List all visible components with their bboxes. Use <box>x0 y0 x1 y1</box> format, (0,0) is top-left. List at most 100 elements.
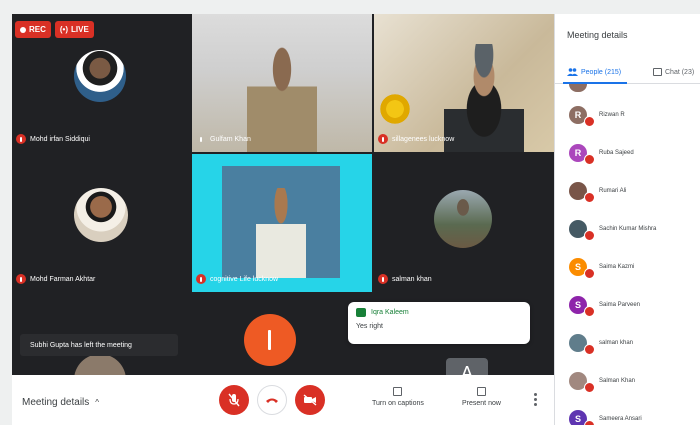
participant-avatar <box>569 372 595 393</box>
captions-button[interactable]: Turn on captions <box>372 387 424 407</box>
participant-list-name: Rizwan R <box>599 112 625 118</box>
recording-badges: REC (•) LIVE <box>15 21 94 38</box>
tab-people-label: People (215) <box>581 68 622 76</box>
participant-list-item[interactable]: S Saima Parveen <box>569 286 656 324</box>
tab-people[interactable]: People (215) <box>567 68 621 76</box>
participant-list-item[interactable]: Rumari Ali <box>569 172 656 210</box>
participant-list-item[interactable]: Sachin Kumar Mishra <box>569 210 656 248</box>
orange-floating-button[interactable] <box>244 314 296 366</box>
more-options-icon[interactable] <box>534 393 537 406</box>
present-label: Present now <box>462 400 501 407</box>
participant-list-name: Saima Parveen <box>599 302 641 308</box>
participant-avatar: S <box>569 410 595 425</box>
participant-list-item[interactable]: R Rizwan R <box>569 96 656 134</box>
participant-name: Mohd Farman Akhtar <box>30 275 96 283</box>
tab-chat-label: Chat (23) <box>665 68 695 76</box>
participant-list-name: Rumari Ali <box>599 188 627 194</box>
participant-avatar <box>569 182 595 203</box>
meeting-details-button[interactable]: Meeting details ^ <box>22 397 99 408</box>
meeting-details-label: Meeting details <box>22 397 90 408</box>
participant-list-item[interactable]: R Ruba Sajeed <box>569 134 656 172</box>
participant-left-toast: Subhi Gupta has left the meeting <box>20 334 178 356</box>
participant-avatar: S <box>569 258 595 279</box>
mic-toggle-button[interactable] <box>219 385 249 415</box>
people-list: R Rizwan R R Ruba Sajeed Rumari Ali Sachin Ku… <box>569 96 656 425</box>
people-icon <box>567 68 578 76</box>
record-dot-icon <box>20 26 26 33</box>
participant-tile[interactable]: salman khan <box>374 154 554 292</box>
participant-list-name: Saima Kazmi <box>599 264 635 270</box>
participant-list-item[interactable]: S Sameera Ansari <box>569 400 656 425</box>
participant-avatar <box>569 334 595 355</box>
participant-list-name: Sachin Kumar Mishra <box>599 226 657 232</box>
mic-off-icon <box>16 274 26 284</box>
participant-avatar: S <box>569 296 595 317</box>
mic-off-icon <box>584 154 595 165</box>
participant-name: Mohd irfan Siddiqui <box>30 135 90 143</box>
mic-off-icon <box>584 230 595 241</box>
participant-photo <box>74 188 128 242</box>
chat-author: Iqra Kaleem <box>371 309 409 316</box>
camera-toggle-button[interactable] <box>295 385 325 415</box>
mic-off-icon <box>196 274 206 284</box>
hang-up-icon <box>266 398 278 403</box>
mic-off-icon <box>584 420 595 425</box>
captions-label: Turn on captions <box>372 400 424 407</box>
participant-tile[interactable]: Mohd Farman Akhtar <box>12 154 190 292</box>
mic-off-icon <box>584 344 595 355</box>
participant-name: salman khan <box>392 275 432 283</box>
participant-tile[interactable]: Gulfam Khan <box>192 14 372 152</box>
participant-name: cognitive Life lucknow <box>210 275 279 283</box>
present-button[interactable]: Present now <box>462 387 501 407</box>
participant-list-item[interactable]: salman khan <box>569 324 656 362</box>
chat-message: Yes right <box>356 323 383 330</box>
mic-off-icon <box>196 134 206 144</box>
live-stream-icon: (•) <box>59 25 69 34</box>
chat-icon <box>653 68 662 76</box>
participant-figure <box>256 188 306 278</box>
participant-video <box>247 46 317 152</box>
mic-off-icon <box>584 268 595 279</box>
chevron-up-icon: ^ <box>95 398 100 407</box>
present-screen-icon <box>476 387 486 396</box>
panel-tabs: People (215) Chat (23) <box>555 62 700 84</box>
participant-list-name: Ruba Sajeed <box>599 150 634 156</box>
rec-badge: REC <box>15 21 51 38</box>
mic-off-icon <box>378 274 388 284</box>
chat-notification[interactable]: Iqra Kaleem Yes right <box>348 302 530 344</box>
participant-list-item[interactable]: S Saima Kazmi <box>569 248 656 286</box>
captions-icon <box>393 387 403 396</box>
leave-call-button[interactable] <box>257 385 287 415</box>
participant-photo <box>74 354 126 376</box>
mic-off-icon <box>584 382 595 393</box>
bottom-control-bar: Meeting details ^ Turn on captions Prese… <box>12 375 554 425</box>
meeting-details-panel: Meeting details People (215) Chat (23) R… <box>554 14 700 425</box>
flower-decoration <box>380 84 410 134</box>
participant-video <box>444 44 524 152</box>
mic-off-icon <box>584 116 595 127</box>
participant-list-item[interactable]: Salman Khan <box>569 362 656 400</box>
letter-avatar: A <box>446 358 488 376</box>
mic-off-icon <box>584 192 595 203</box>
participant-tile-active[interactable]: cognitive Life lucknow <box>192 154 372 292</box>
participant-name: Gulfam Khan <box>210 135 251 143</box>
participant-tile[interactable]: sillagenees lucknow <box>374 14 554 152</box>
chat-bubble-icon <box>356 308 366 317</box>
participant-avatar <box>569 220 595 241</box>
mic-off-icon <box>378 134 388 144</box>
participant-photo <box>74 50 126 102</box>
participant-list-name: salman khan <box>599 340 634 346</box>
tab-chat[interactable]: Chat (23) <box>653 68 694 76</box>
mic-off-icon <box>584 306 595 317</box>
live-badge: (•) LIVE <box>54 21 94 38</box>
participant-photo <box>434 190 492 248</box>
participant-avatar: R <box>569 106 595 127</box>
participant-list-name: Sameera Ansari <box>599 416 642 422</box>
camera-off-icon <box>303 394 317 406</box>
panel-title: Meeting details <box>567 30 628 40</box>
participant-avatar: R <box>569 144 595 165</box>
participant-video <box>222 166 340 278</box>
mic-off-icon <box>16 134 26 144</box>
participant-list-name: Salman Khan <box>599 378 636 384</box>
mic-off-icon <box>228 393 240 407</box>
